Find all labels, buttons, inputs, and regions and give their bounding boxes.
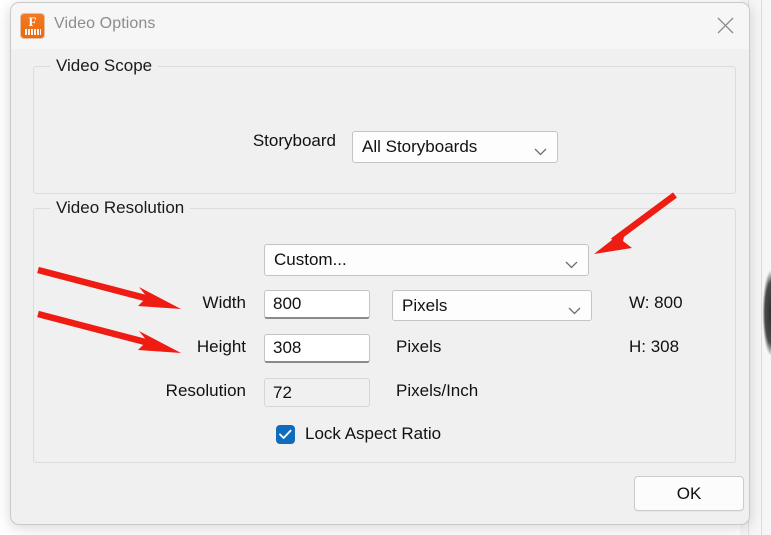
height-input[interactable]: 308 bbox=[264, 334, 370, 363]
width-input-value: 800 bbox=[273, 294, 302, 313]
video-options-dialog: F Video Options Video Scope Storyboard A… bbox=[10, 2, 750, 525]
width-input[interactable]: 800 bbox=[264, 290, 370, 319]
video-scope-group: Video Scope bbox=[33, 56, 736, 194]
resolution-input-value: 72 bbox=[273, 382, 292, 402]
resolution-unit-label: Pixels/Inch bbox=[396, 381, 479, 400]
width-unit-dropdown[interactable]: Pixels bbox=[392, 290, 592, 321]
app-icon-filmstrip bbox=[24, 29, 41, 35]
lock-aspect-ratio-label: Lock Aspect Ratio bbox=[305, 424, 442, 443]
ok-button[interactable]: OK bbox=[634, 476, 744, 511]
background-scrollbar-thumb[interactable] bbox=[749, 258, 771, 368]
height-unit-label: Pixels bbox=[396, 337, 442, 356]
lock-aspect-ratio-row[interactable]: Lock Aspect Ratio bbox=[276, 424, 441, 444]
width-unit-value: Pixels bbox=[402, 295, 448, 315]
resolution-input[interactable]: 72 bbox=[264, 378, 370, 407]
chevron-down-icon bbox=[565, 256, 578, 274]
chevron-down-icon bbox=[568, 302, 581, 320]
filmora-app-icon: F bbox=[21, 14, 44, 38]
height-input-value: 308 bbox=[273, 338, 302, 357]
resolution-preset-dropdown[interactable]: Custom... bbox=[264, 244, 589, 276]
storyboard-dropdown-value: All Storyboards bbox=[362, 137, 478, 156]
storyboard-label: Storyboard bbox=[252, 131, 336, 150]
chevron-down-icon bbox=[534, 143, 547, 161]
storyboard-dropdown[interactable]: All Storyboards bbox=[352, 131, 558, 163]
width-readout: W: 800 bbox=[629, 293, 683, 312]
lock-aspect-ratio-checkbox[interactable] bbox=[276, 424, 295, 444]
screen: F Video Options Video Scope Storyboard A… bbox=[0, 0, 771, 535]
height-readout: H: 308 bbox=[629, 337, 680, 356]
video-scope-legend: Video Scope bbox=[50, 56, 159, 76]
close-button[interactable] bbox=[703, 4, 748, 46]
width-label: Width bbox=[202, 293, 246, 312]
video-resolution-legend: Video Resolution bbox=[50, 198, 191, 218]
resolution-label: Resolution bbox=[165, 381, 246, 400]
app-icon-letter: F bbox=[28, 14, 37, 29]
dialog-titlebar: F Video Options bbox=[11, 3, 749, 49]
height-label: Height bbox=[196, 337, 246, 356]
dialog-title: Video Options bbox=[54, 15, 156, 32]
resolution-preset-value: Custom... bbox=[274, 250, 347, 269]
